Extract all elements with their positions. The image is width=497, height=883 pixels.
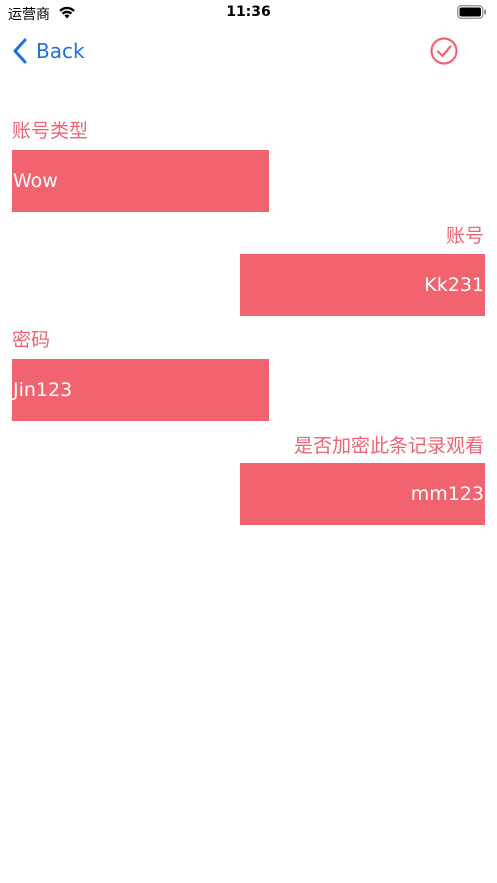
status-time: 11:36	[226, 4, 271, 20]
status-bar: 运营商 11:36	[0, 0, 497, 26]
chevron-left-icon	[13, 38, 27, 64]
account-type-field[interactable]: Wow	[12, 150, 269, 212]
battery-icon	[457, 5, 486, 19]
account-type-label: 账号类型	[12, 120, 89, 142]
encrypt-view-label: 是否加密此条记录观看	[293, 435, 484, 457]
back-button[interactable]: Back	[12, 36, 85, 66]
checkmark-circle-icon[interactable]	[429, 36, 459, 66]
encrypt-view-field[interactable]: mm123	[240, 463, 485, 525]
password-field[interactable]: Jin123	[12, 359, 269, 421]
navigation-bar: Back	[0, 26, 497, 76]
account-label: 账号	[445, 225, 484, 247]
account-field[interactable]: Kk231	[240, 254, 485, 316]
back-label: Back	[36, 39, 85, 63]
password-label: 密码	[12, 329, 51, 351]
